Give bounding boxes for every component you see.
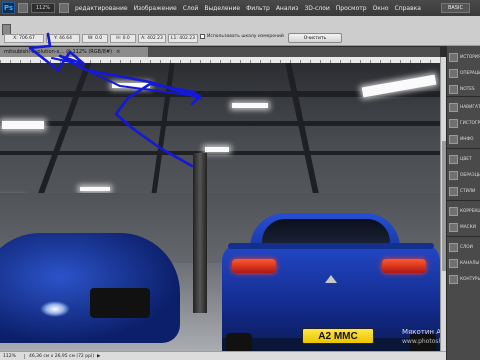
options-bar: X: 706.67 Y: 46.64 W: 0.0 H: 0.0 A: 402.… [0, 16, 480, 46]
info-icon [449, 134, 458, 144]
left-car [0, 233, 180, 343]
panel-channels[interactable]: КАНАЛЫ [447, 256, 480, 270]
panel-label: ИНФО [460, 136, 474, 142]
panel-masks[interactable]: МАСКИ [447, 220, 480, 234]
status-bar: 112% 46,36 см x 26,95 см (72 ppi) ▶ [0, 351, 446, 360]
document-tab[interactable]: mitsubishi-evolution-x... @ 112% (RGB/8#… [0, 47, 148, 57]
panel-group-divider [447, 236, 480, 237]
car-rear-window [262, 219, 390, 245]
menu-analysis[interactable]: Анализ [273, 5, 302, 12]
panel-label: ГИСТОГРАММА [460, 120, 480, 126]
car-grille [90, 288, 150, 318]
hand-tool-icon[interactable] [18, 3, 28, 13]
zoom-level-select[interactable]: 112% [31, 3, 55, 13]
panel-notes[interactable]: NOTES [447, 82, 480, 96]
panel-label: МАСКИ [460, 224, 476, 230]
panel-paths[interactable]: КОНТУРЫ [447, 272, 480, 286]
panel-actions[interactable]: ОПЕРАЦИИ [447, 66, 480, 80]
panel-group-divider [447, 148, 480, 149]
car-spoiler [228, 243, 434, 249]
styles-icon [449, 186, 458, 196]
close-tab-icon[interactable]: × [116, 49, 120, 55]
document-tab-title: mitsubishi-evolution-x... @ 112% (RGB/8#… [4, 49, 113, 55]
menu-bar: Ps 112% редактирование Изображение Слой … [0, 0, 480, 16]
right-taillight [382, 259, 426, 273]
panel-styles[interactable]: СТИЛИ [447, 184, 480, 198]
menu-layer[interactable]: Слой [180, 5, 202, 12]
ceiling-light [205, 147, 229, 152]
panel-label: ЦВЕТ [460, 156, 472, 162]
left-rear-wheel [226, 333, 252, 351]
panel-label: НАВИГАТОР [460, 104, 480, 110]
panel-label: ОПЕРАЦИИ [460, 70, 480, 76]
status-zoom[interactable]: 112% [3, 353, 25, 359]
use-measurement-scale-checkbox[interactable] [200, 34, 205, 39]
panel-dock: ИСТОРИЯ ОПЕРАЦИИ NOTES НАВИГАТОР ГИСТОГРАММА… [446, 46, 480, 360]
panel-label: СЛОИ [460, 244, 473, 250]
panel-label: КОНТУРЫ [460, 276, 480, 282]
menu-select[interactable]: Выделение [201, 5, 243, 12]
panel-adjustments[interactable]: КОРРЕКЦИЯ [447, 204, 480, 218]
notes-icon [449, 84, 458, 94]
clear-button[interactable]: Очистить [288, 33, 342, 43]
workspace-switcher-button[interactable]: BASIC [441, 3, 470, 13]
panel-label: КАНАЛЫ [460, 260, 480, 266]
actions-icon [449, 68, 458, 78]
menu-view[interactable]: Просмотр [333, 5, 370, 12]
panel-label: КОРРЕКЦИЯ [460, 208, 480, 214]
adjustments-icon [449, 206, 458, 216]
menu-edit[interactable]: редактирование [72, 5, 131, 12]
color-icon [449, 154, 458, 164]
use-measurement-scale-label: Использовать шкалу измерений [207, 34, 284, 39]
x-readout: X: 706.67 [4, 34, 44, 43]
length-readout: L1: 402.23 [168, 34, 198, 43]
use-measurement-scale-option[interactable]: Использовать шкалу измерений [200, 34, 284, 39]
layers-icon [449, 242, 458, 252]
panel-info[interactable]: ИНФО [447, 132, 480, 146]
garage-ceiling [0, 63, 440, 203]
document-size-info: 46,36 см x 26,95 см (72 ppi) [29, 353, 94, 359]
y-readout: Y: 46.64 [46, 34, 80, 43]
panel-swatches[interactable]: ОБРАЗЦЫ [447, 168, 480, 182]
panel-color[interactable]: ЦВЕТ [447, 152, 480, 166]
panel-history[interactable]: ИСТОРИЯ [447, 50, 480, 64]
masks-icon [449, 222, 458, 232]
panel-layers[interactable]: СЛОИ [447, 240, 480, 254]
histogram-icon [449, 118, 458, 128]
menu-window[interactable]: Окно [370, 5, 392, 12]
ceiling-light [80, 187, 110, 191]
ceiling-light [2, 121, 44, 129]
menu-3d[interactable]: 3D-слои [301, 5, 332, 12]
document-canvas[interactable]: A2 MMC [0, 63, 440, 351]
panel-histogram[interactable]: ГИСТОГРАММА [447, 116, 480, 130]
panel-label: ИСТОРИЯ [460, 54, 480, 60]
height-readout: H: 0.0 [110, 34, 136, 43]
photoshop-logo: Ps [2, 2, 15, 14]
paths-icon [449, 274, 458, 284]
ceiling-light [232, 103, 268, 108]
panel-label: NOTES [460, 86, 475, 92]
panel-label: СТИЛИ [460, 188, 476, 194]
angle-readout: A: 402.23 [138, 34, 166, 43]
menu-image[interactable]: Изображение [131, 5, 180, 12]
headlight-glare [40, 301, 70, 317]
panel-group-divider [447, 96, 480, 97]
left-taillight [232, 259, 276, 273]
panel-group-divider [447, 200, 480, 201]
width-readout: W: 0.0 [82, 34, 108, 43]
navigator-icon [449, 102, 458, 112]
status-menu-arrow-icon[interactable]: ▶ [97, 354, 100, 359]
license-plate: A2 MMC [302, 328, 374, 344]
menu-help[interactable]: Справка [392, 5, 424, 12]
panel-label: ОБРАЗЦЫ [460, 172, 480, 178]
ceiling-light [112, 83, 150, 88]
panel-navigator[interactable]: НАВИГАТОР [447, 100, 480, 114]
support-pillar [193, 153, 207, 313]
arrange-documents-icon[interactable] [59, 3, 69, 13]
document-tab-strip: mitsubishi-evolution-x... @ 112% (RGB/8#… [0, 47, 440, 57]
history-icon [449, 52, 458, 62]
channels-icon [449, 258, 458, 268]
swatches-icon [449, 170, 458, 180]
menu-filter[interactable]: Фильтр [243, 5, 273, 12]
